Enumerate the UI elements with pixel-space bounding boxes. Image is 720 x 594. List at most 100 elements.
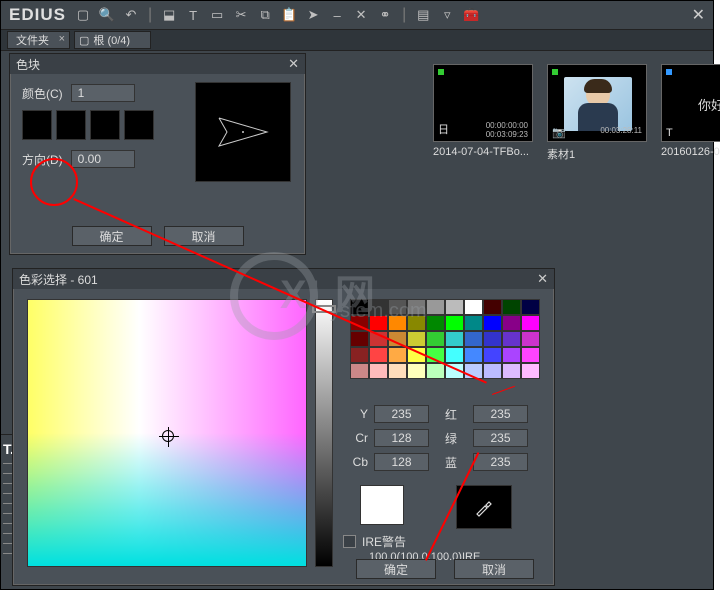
folder-icon[interactable]: ▢ (74, 6, 92, 24)
ok-button[interactable]: 确定 (356, 559, 436, 579)
tab-bin[interactable]: ▢ 根 (0/4) (74, 31, 151, 49)
palette-cell[interactable] (369, 331, 388, 347)
close-icon[interactable]: ✕ (537, 271, 548, 287)
palette-cell[interactable] (502, 347, 521, 363)
value-slider[interactable] (312, 305, 336, 313)
swatch[interactable] (22, 110, 52, 140)
delete-icon[interactable]: ✕ (352, 6, 370, 24)
palette-cell[interactable] (521, 315, 540, 331)
palette-cell[interactable] (369, 299, 388, 315)
swatch[interactable] (56, 110, 86, 140)
minus-icon[interactable]: – (328, 6, 346, 24)
title-icon[interactable]: T (184, 6, 202, 24)
tools-icon[interactable]: 🧰 (462, 6, 480, 24)
palette-cell[interactable] (426, 299, 445, 315)
current-color-swatch[interactable] (360, 485, 404, 525)
palette-cell[interactable] (445, 331, 464, 347)
thumb-item[interactable]: 你好 T --:--:--:-- 20160126-0000 (661, 64, 720, 162)
palette-cell[interactable] (521, 299, 540, 315)
palette-cell[interactable] (350, 331, 369, 347)
palette-cell[interactable] (369, 315, 388, 331)
clip-icon[interactable]: ▭ (208, 6, 226, 24)
color-count-field[interactable] (71, 84, 135, 102)
palette-cell[interactable] (464, 347, 483, 363)
undo-icon[interactable]: ↶ (122, 6, 140, 24)
palette-cell[interactable] (350, 347, 369, 363)
palette-cell[interactable] (502, 363, 521, 379)
crosshair-icon[interactable] (162, 430, 174, 442)
palette-cell[interactable] (388, 363, 407, 379)
cr-field[interactable] (374, 429, 429, 447)
palette-cell[interactable] (483, 363, 502, 379)
ok-button[interactable]: 确定 (72, 226, 152, 246)
green-field[interactable] (473, 429, 528, 447)
blue-field[interactable] (473, 453, 528, 471)
palette-cell[interactable] (388, 331, 407, 347)
palette-cell[interactable] (483, 299, 502, 315)
palette-cell[interactable] (445, 299, 464, 315)
tab-file-folder[interactable]: 文件夹 × (7, 31, 70, 49)
palette-cell[interactable] (350, 363, 369, 379)
value-bar[interactable] (315, 299, 333, 567)
cancel-button[interactable]: 取消 (164, 226, 244, 246)
props-icon[interactable]: ▿ (438, 6, 456, 24)
palette-cell[interactable] (464, 315, 483, 331)
cut-icon[interactable]: ✂ (232, 6, 250, 24)
search-icon[interactable]: 🔍 (98, 6, 116, 24)
thumb-item[interactable]: 📷 00:03:28:11 素材1 (547, 64, 647, 162)
cancel-button[interactable]: 取消 (454, 559, 534, 579)
tab-close-icon[interactable]: × (59, 33, 65, 45)
dialog-titlebar[interactable]: 色彩选择 - 601 ✕ (13, 269, 554, 289)
palette-cell[interactable] (426, 315, 445, 331)
palette-cell[interactable] (369, 347, 388, 363)
palette-cell[interactable] (483, 347, 502, 363)
ire-checkbox[interactable] (343, 535, 356, 548)
palette-cell[interactable] (388, 347, 407, 363)
gradient-field[interactable] (27, 299, 307, 567)
palette-cell[interactable] (426, 331, 445, 347)
cb-field[interactable] (374, 453, 429, 471)
dialog-titlebar[interactable]: 色块 ✕ (10, 54, 305, 74)
palette-cell[interactable] (388, 299, 407, 315)
close-icon[interactable]: ✕ (692, 5, 705, 25)
direction-preview[interactable] (195, 82, 291, 182)
y-field[interactable] (374, 405, 429, 423)
palette-cell[interactable] (445, 363, 464, 379)
copy-icon[interactable]: ⧉ (256, 6, 274, 24)
direction-field[interactable] (71, 150, 135, 168)
view-icon[interactable]: ▤ (414, 6, 432, 24)
palette-cell[interactable] (369, 363, 388, 379)
palette-cell[interactable] (445, 347, 464, 363)
palette-cell[interactable] (502, 315, 521, 331)
palette-cell[interactable] (426, 363, 445, 379)
palette-cell[interactable] (464, 331, 483, 347)
palette-cell[interactable] (426, 347, 445, 363)
palette-cell[interactable] (464, 363, 483, 379)
paste-icon[interactable]: 📋 (280, 6, 298, 24)
palette-cell[interactable] (483, 331, 502, 347)
palette-cell[interactable] (388, 315, 407, 331)
import-icon[interactable]: ⬓ (160, 6, 178, 24)
palette-cell[interactable] (407, 331, 426, 347)
thumb-item[interactable]: 日 00:00:00:0000:03:09:23 2014-07-04-TFBo… (433, 64, 533, 162)
palette-cell[interactable] (445, 315, 464, 331)
link-icon[interactable]: ⚭ (376, 6, 394, 24)
palette-cell[interactable] (407, 299, 426, 315)
arrow-icon[interactable]: ➤ (304, 6, 322, 24)
palette-cell[interactable] (407, 315, 426, 331)
palette-cell[interactable] (350, 299, 369, 315)
palette-cell[interactable] (483, 315, 502, 331)
palette-cell[interactable] (407, 363, 426, 379)
swatch[interactable] (124, 110, 154, 140)
palette-cell[interactable] (521, 331, 540, 347)
palette-cell[interactable] (521, 363, 540, 379)
palette-cell[interactable] (350, 315, 369, 331)
close-icon[interactable]: ✕ (288, 56, 299, 72)
palette-cell[interactable] (502, 331, 521, 347)
palette-cell[interactable] (521, 347, 540, 363)
palette-cell[interactable] (464, 299, 483, 315)
palette-cell[interactable] (407, 347, 426, 363)
eyedropper-button[interactable] (456, 485, 512, 529)
swatch[interactable] (90, 110, 120, 140)
palette-cell[interactable] (502, 299, 521, 315)
